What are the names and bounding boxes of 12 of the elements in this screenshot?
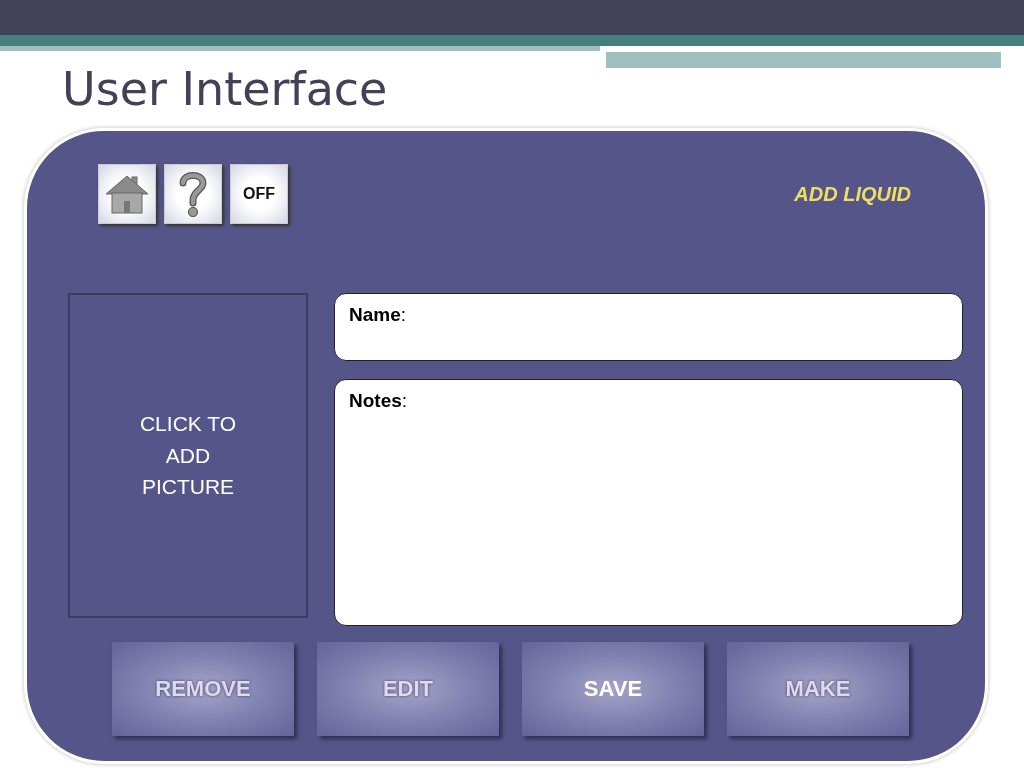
add-picture-area[interactable]: CLICK TO ADD PICTURE [68,293,308,618]
field-label: Notes: [349,390,408,411]
slide-title: User Interface [62,66,388,112]
notes-field[interactable]: Notes: [334,379,963,626]
off-button[interactable]: OFF [230,164,288,224]
question-mark-icon [179,171,207,217]
home-button[interactable] [98,164,156,224]
help-button[interactable] [164,164,222,224]
field-label: Name: [349,304,407,325]
mode-label: ADD LIQUID [794,182,911,206]
house-icon [104,174,150,214]
name-field[interactable]: Name: [334,293,963,361]
